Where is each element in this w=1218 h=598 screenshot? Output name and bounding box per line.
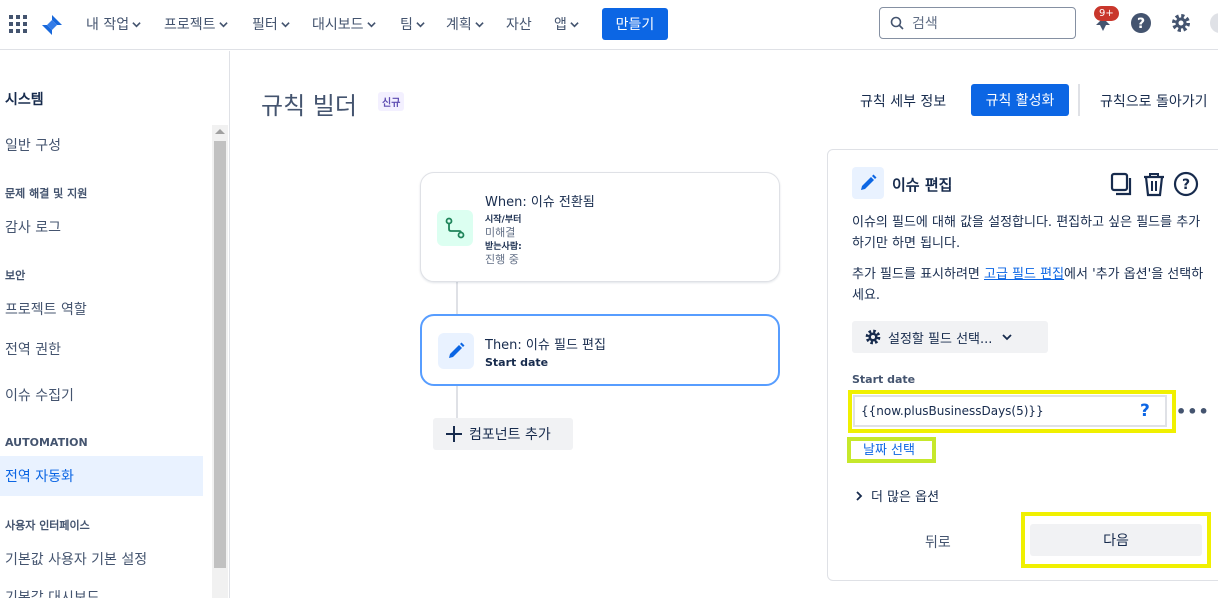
profile-icon[interactable]: [1210, 12, 1218, 34]
notification-badge: 9+: [1094, 6, 1119, 21]
create-button[interactable]: 만들기: [602, 8, 668, 40]
edit-pencil-icon: [438, 333, 474, 369]
sidebar-item-default-dashboard[interactable]: 기본값 대시보드: [5, 587, 100, 598]
nav-assets-label: 자산: [506, 17, 532, 33]
rule-details-button[interactable]: 규칙 세부 정보: [860, 91, 946, 111]
search-input[interactable]: 검색: [879, 7, 1076, 39]
delete-icon[interactable]: [1141, 171, 1167, 197]
add-component-button[interactable]: 컴포넌트 추가: [433, 418, 573, 450]
advanced-field-edit-link[interactable]: 고급 필드 편집: [984, 267, 1064, 282]
nav-dashboards[interactable]: 대시보드: [312, 14, 376, 34]
flow-connector: [456, 386, 458, 418]
nav-dashboards-label: 대시보드: [312, 17, 364, 33]
sidebar-section-security: 보안: [5, 269, 26, 282]
transition-icon: [437, 210, 473, 246]
trigger-from-value: 미해결: [485, 226, 516, 239]
top-navigation: 내 작업 프로젝트 필터 대시보드 팀 계획 자산 앱 만들기 검색 9+ ?: [0, 0, 1218, 50]
search-icon: [890, 16, 904, 30]
chevron-down-icon: [475, 21, 484, 27]
more-options-icon[interactable]: •••: [1176, 402, 1210, 421]
field-select-dropdown[interactable]: 설정할 필드 선택...: [852, 321, 1048, 353]
chevron-down-icon: [366, 21, 376, 27]
sidebar-section-automation: AUTOMATION: [5, 436, 88, 449]
action-subtitle: Start date: [485, 356, 549, 369]
scroll-up-arrow-icon[interactable]: [215, 129, 225, 134]
edit-pencil-icon: [852, 167, 884, 199]
trigger-title: When: 이슈 전환됨: [485, 195, 595, 210]
nav-plans[interactable]: 계획: [446, 14, 484, 34]
jira-logo-icon[interactable]: [40, 13, 64, 37]
svg-text:?: ?: [1182, 177, 1190, 193]
sidebar-item-global-automation-label: 전역 자동화: [5, 469, 74, 485]
nav-filters[interactable]: 필터: [252, 14, 290, 34]
nav-projects[interactable]: 프로젝트: [164, 14, 228, 34]
panel-description: 이슈의 필드에 대해 값을 설정합니다. 편집하고 싶은 필드를 추가하기만 하…: [852, 215, 1201, 251]
chevron-down-icon: [218, 21, 228, 27]
nav-projects-label: 프로젝트: [164, 17, 216, 33]
sidebar-section-ui: 사용자 인터페이스: [5, 519, 90, 532]
next-button[interactable]: 다음: [1030, 524, 1202, 556]
nav-teams-label: 팀: [400, 17, 413, 33]
start-date-label: Start date: [852, 373, 916, 386]
back-button[interactable]: 뒤로: [925, 532, 951, 552]
panel-title: 이슈 편집: [892, 176, 953, 194]
start-date-input[interactable]: [853, 395, 1167, 427]
sidebar-item-global-permissions[interactable]: 전역 권한: [5, 339, 61, 359]
page-title: 규칙 빌더: [261, 92, 357, 120]
more-options-toggle[interactable]: 더 많은 옵션: [855, 486, 939, 505]
svg-text:?: ?: [1137, 16, 1145, 32]
sidebar-section-troubleshoot: 문제 해결 및 지원: [5, 187, 88, 200]
chevron-down-icon: [132, 21, 141, 27]
nav-my-work[interactable]: 내 작업: [86, 14, 141, 34]
add-component-label: 컴포넌트 추가: [469, 427, 551, 443]
action-card[interactable]: Then: 이슈 필드 편집 Start date: [420, 314, 780, 386]
sidebar-title: 시스템: [5, 92, 44, 108]
chevron-down-icon: [416, 21, 425, 27]
flow-connector: [456, 282, 458, 314]
sidebar: 시스템 일반 구성 문제 해결 및 지원 감사 로그 보안 프로젝트 역할 전역…: [0, 51, 230, 598]
chevron-down-icon: [570, 21, 579, 27]
activate-rule-button[interactable]: 규칙 활성화: [971, 84, 1069, 116]
nav-apps-label: 앱: [554, 17, 567, 33]
more-options-label: 더 많은 옵션: [871, 490, 940, 505]
gear-icon: [865, 329, 881, 345]
header-divider: [1078, 84, 1080, 116]
action-title: Then: 이슈 필드 편집: [485, 338, 606, 353]
search-placeholder: 검색: [912, 16, 938, 32]
field-select-label: 설정할 필드 선택...: [888, 331, 993, 347]
chevron-down-icon: [281, 21, 290, 27]
nav-teams[interactable]: 팀: [400, 14, 425, 34]
date-picker-link[interactable]: 날짜 선택: [863, 439, 915, 458]
sidebar-item-project-roles[interactable]: 프로젝트 역할: [5, 299, 87, 319]
plus-icon: [446, 426, 462, 442]
panel-desc2-before: 추가 필드를 표시하려면: [852, 267, 984, 282]
sidebar-scroll-thumb[interactable]: [214, 141, 226, 568]
sidebar-item-default-user-prefs[interactable]: 기본값 사용자 기본 설정: [5, 549, 147, 569]
nav-my-work-label: 내 작업: [86, 17, 130, 33]
nav-plans-label: 계획: [446, 17, 472, 33]
nav-assets[interactable]: 자산: [506, 14, 532, 34]
question-icon[interactable]: ?: [1140, 401, 1150, 421]
panel-description-advanced: 추가 필드를 표시하려면 고급 필드 편집에서 '추가 옵션'을 선택하세요.: [852, 264, 1204, 306]
copy-icon[interactable]: [1108, 171, 1134, 197]
sidebar-item-issue-collector[interactable]: 이슈 수집기: [5, 385, 74, 405]
app-switcher-icon[interactable]: [9, 15, 27, 33]
trigger-to-value: 진행 중: [485, 253, 519, 266]
nav-filters-label: 필터: [252, 17, 278, 33]
chevron-down-icon: [1002, 334, 1013, 341]
new-lozenge: 신규: [378, 92, 405, 111]
gear-icon[interactable]: [1170, 12, 1192, 34]
trigger-card[interactable]: When: 이슈 전환됨 시작/부터 미해결 받는사람: 진행 중: [420, 172, 780, 282]
sidebar-item-audit-log[interactable]: 감사 로그: [5, 217, 61, 237]
sidebar-item-general-config[interactable]: 일반 구성: [5, 135, 61, 155]
chevron-right-icon: [856, 490, 863, 501]
back-to-rules-button[interactable]: 규칙으로 돌아가기: [1100, 91, 1208, 111]
nav-apps[interactable]: 앱: [554, 14, 579, 34]
help-icon[interactable]: ?: [1173, 171, 1199, 197]
help-icon[interactable]: ?: [1130, 12, 1152, 34]
